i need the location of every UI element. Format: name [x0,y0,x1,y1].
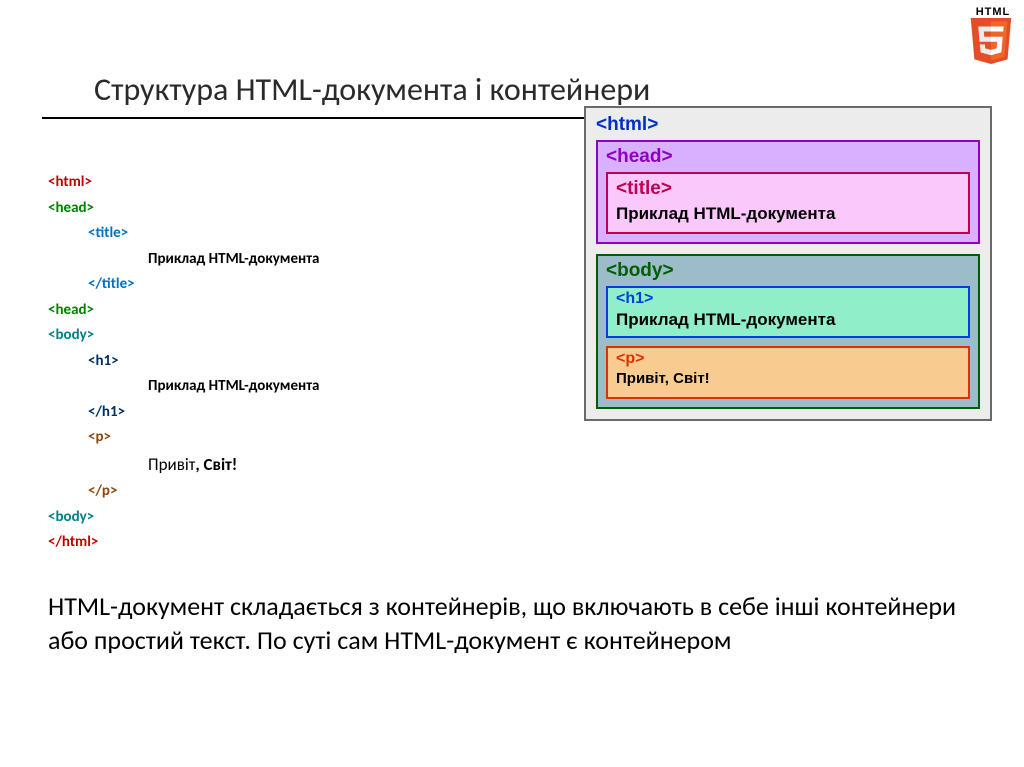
box-title: <title> Приклад HTML-документа [606,172,970,234]
page-title: Структура HTML-документа і контейнери [42,0,982,119]
title-content: Приклад HTML-документа [616,204,960,224]
code-p-close: </p> [48,479,319,505]
code-p-open: <p> [48,425,319,451]
code-html-close: </html> [48,530,319,556]
p-content: Привіт, Світ! [616,370,960,387]
label-html: <html> [596,114,980,136]
code-head-open: <head> [48,196,319,222]
label-h1: <h1> [616,290,960,308]
code-title-close: </title> [48,272,319,298]
code-h1-text: Приклад HTML-документа [48,374,319,400]
box-html: <html> <head> <title> Приклад HTML-докум… [584,106,992,421]
code-listing: <html> <head> <title> Приклад HTML-докум… [48,170,319,556]
box-body: <body> <h1> Приклад HTML-документа <p> П… [596,254,980,409]
code-h1-open: <h1> [48,349,319,375]
label-body: <body> [606,260,970,282]
code-p-text: Привіт, Світ! [48,451,319,480]
box-head: <head> <title> Приклад HTML-документа [596,140,980,244]
nesting-diagram: <html> <head> <title> Приклад HTML-докум… [584,106,992,421]
html5-logo-text: HTML [968,6,1018,18]
label-p: <p> [616,350,960,368]
code-body-open: <body> [48,323,319,349]
code-body-close: <body> [48,505,319,531]
label-title: <title> [616,178,960,200]
label-head: <head> [606,146,970,168]
code-title-open: <title> [48,221,319,247]
h1-content: Приклад HTML-документа [616,310,960,330]
description-text: HTML-документ складається з контейнерів,… [48,590,976,658]
code-head-close: <head> [48,298,319,324]
box-p: <p> Привіт, Світ! [606,346,970,399]
box-h1: <h1> Приклад HTML-документа [606,286,970,338]
html5-logo: HTML [968,6,1018,64]
code-title-text: Приклад HTML-документа [48,247,319,273]
html5-shield-icon [968,18,1014,64]
code-h1-close: </h1> [48,400,319,426]
code-html-open: <html> [48,170,319,196]
